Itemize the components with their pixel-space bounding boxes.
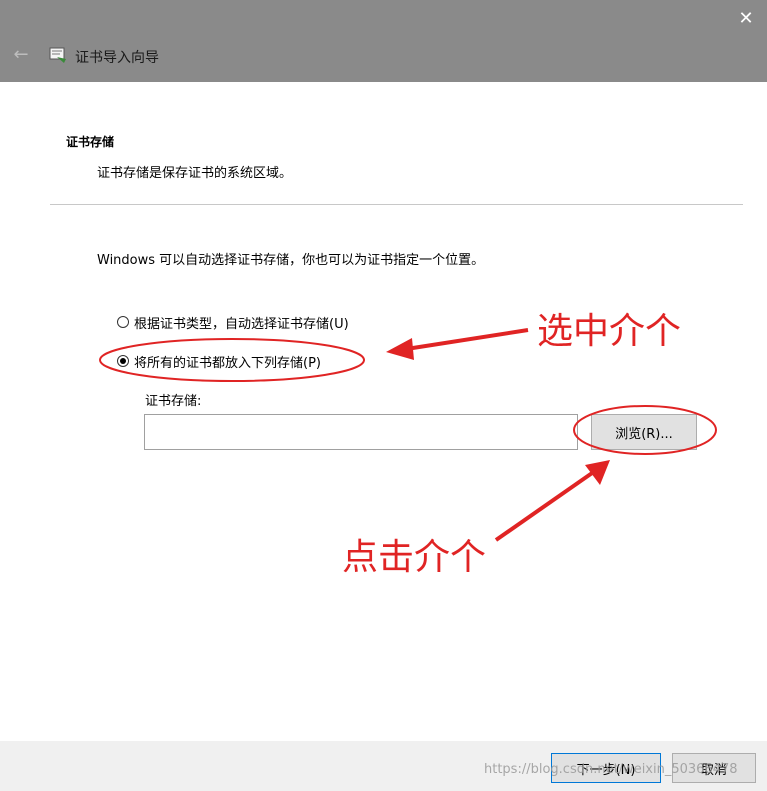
intro-text: Windows 可以自动选择证书存储，你也可以为证书指定一个位置。 [97, 253, 485, 268]
annotation-select-text: 选中介个 [537, 311, 682, 352]
radio-auto-select[interactable]: 根据证书类型，自动选择证书存储(U) [117, 312, 349, 332]
title-bar: ← 证书导入向导 ✕ [0, 0, 767, 82]
window-title: 证书导入向导 [75, 50, 159, 66]
watermark-text: https://blog.csdn.net/weixin_50366478 [484, 762, 738, 777]
back-arrow-icon[interactable]: ← [10, 44, 32, 66]
header-divider [50, 204, 743, 205]
close-icon[interactable]: ✕ [732, 5, 760, 33]
certificate-wizard-icon [49, 47, 66, 63]
annotation-arrow-to-browse [494, 460, 610, 542]
radio-auto-label[interactable]: 根据证书类型，自动选择证书存储(U) [134, 313, 349, 332]
browse-button[interactable]: 浏览(R)... [591, 414, 697, 450]
radio-manual-indicator[interactable] [117, 355, 129, 367]
radio-auto-indicator[interactable] [117, 316, 129, 328]
page-heading: 证书存储 [66, 135, 115, 149]
annotation-click-text: 点击介个 [342, 537, 487, 578]
certificate-store-input[interactable] [144, 414, 578, 450]
annotation-arrow-to-radio [386, 328, 529, 360]
radio-manual-label[interactable]: 将所有的证书都放入下列存储(P) [134, 352, 321, 371]
page-description: 证书存储是保存证书的系统区域。 [97, 166, 293, 181]
store-field-label: 证书存储: [145, 394, 202, 409]
annotation-overlay [99, 328, 717, 542]
radio-manual-store[interactable]: 将所有的证书都放入下列存储(P) [117, 351, 321, 371]
